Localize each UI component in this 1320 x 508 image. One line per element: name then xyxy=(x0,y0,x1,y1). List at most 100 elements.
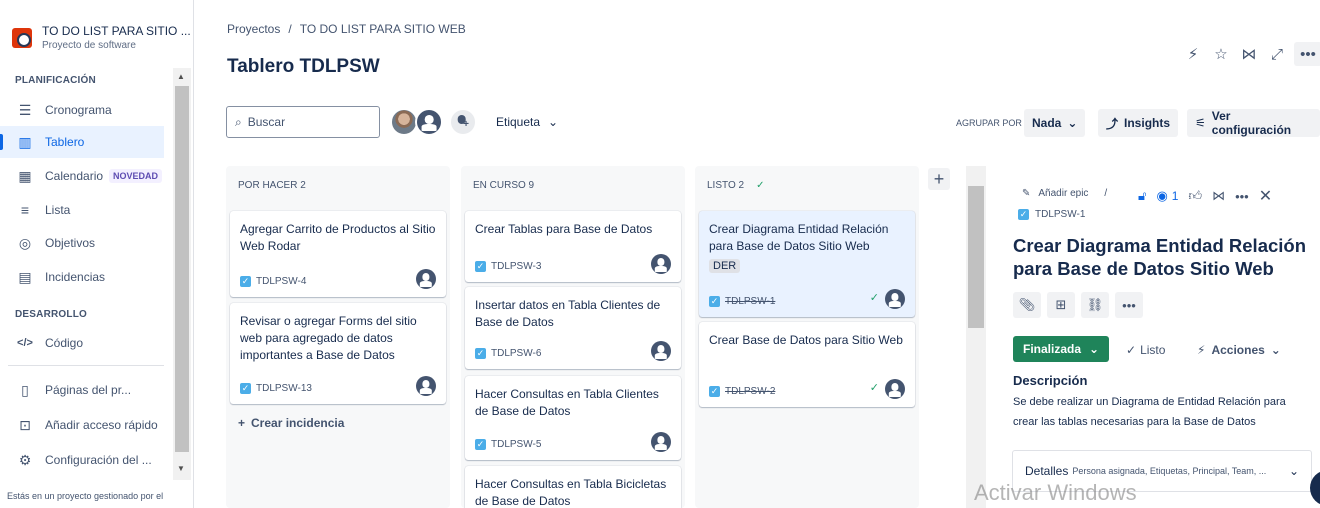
watchers-count[interactable]: 1 xyxy=(1172,189,1179,203)
star-icon[interactable]: ☆ xyxy=(1210,43,1232,65)
label-filter-dropdown[interactable]: Etiqueta ⌄ xyxy=(496,115,558,129)
description-text[interactable]: Se debe realizar un Diagrama de Entidad … xyxy=(1013,392,1303,432)
label-tag[interactable]: DER xyxy=(709,259,741,273)
watch-icon[interactable]: ◉ xyxy=(1156,188,1167,204)
target-icon: ◎ xyxy=(18,234,32,251)
card-key[interactable]: TDLPSW-13 xyxy=(256,383,312,394)
issue-card[interactable]: Crear Base de Datos para Sitio Web ✓ TDL… xyxy=(699,322,915,407)
sidebar-item-pages[interactable]: ▯ Páginas del pr... xyxy=(0,374,164,406)
add-epic-link[interactable]: Añadir epic xyxy=(1038,188,1088,199)
add-column-button[interactable]: + xyxy=(928,168,950,190)
project-subtitle: Proyecto de software xyxy=(42,40,136,51)
actions-dropdown[interactable]: ⚡ Acciones ⌄ xyxy=(1197,343,1281,357)
more-icon[interactable]: ••• xyxy=(1294,42,1320,66)
code-icon: </> xyxy=(17,337,33,349)
card-key[interactable]: TDLPSW-5 xyxy=(491,439,541,450)
fullscreen-icon[interactable]: ⤢ xyxy=(1266,43,1288,65)
scroll-thumb[interactable] xyxy=(968,186,984,328)
column-done: LISTO 2 ✓ Crear Diagrama Entidad Relació… xyxy=(695,166,919,508)
insights-button[interactable]: ⤴ Insights xyxy=(1098,109,1179,137)
issue-card[interactable]: Insertar datos en Tabla Clientes de Base… xyxy=(465,287,681,369)
card-footer: ✓ TDLPSW-2 xyxy=(709,386,775,397)
assignee-avatar[interactable] xyxy=(885,289,905,309)
sidebar-item-label: Cronograma xyxy=(45,103,112,117)
card-key[interactable]: TDLPSW-2 xyxy=(725,386,775,397)
resolved-check-icon: ✓ xyxy=(869,292,879,304)
scroll-thumb[interactable] xyxy=(175,86,189,452)
add-people-icon[interactable]: + xyxy=(449,108,477,136)
task-check-icon: ✓ xyxy=(475,348,486,359)
close-icon[interactable]: ✕ xyxy=(1259,186,1272,206)
more-icon[interactable]: ••• xyxy=(1115,292,1143,318)
project-header[interactable]: TO DO LIST PARA SITIO ... Proyecto de so… xyxy=(12,24,191,51)
lock-icon[interactable]: 🔓︎ xyxy=(1138,188,1146,204)
create-issue-button[interactable]: + Crear incidencia xyxy=(238,416,344,430)
issue-key[interactable]: TDLPSW-1 xyxy=(1035,209,1085,220)
issue-title[interactable]: Crear Diagrama Entidad Relación para Bas… xyxy=(1013,234,1313,280)
assignee-avatar[interactable] xyxy=(651,341,671,361)
sidebar-item-cronograma[interactable]: ☰ Cronograma xyxy=(0,94,164,126)
card-title: Insertar datos en Tabla Clientes de Base… xyxy=(475,298,661,329)
like-icon[interactable]: 👍︎ xyxy=(1188,188,1202,204)
column-header: LISTO 2 ✓ xyxy=(707,180,764,191)
breadcrumb: Proyectos / TO DO LIST PARA SITIO WEB xyxy=(227,22,466,36)
scroll-down-icon[interactable]: ▼ xyxy=(177,464,185,473)
issue-card-selected[interactable]: Crear Diagrama Entidad Relación para Bas… xyxy=(699,211,915,317)
sidebar-item-tablero[interactable]: ▥ Tablero xyxy=(0,126,164,158)
sidebar-item-codigo[interactable]: </> Código xyxy=(0,327,164,359)
epic-breadcrumb: ✎ Añadir epic / xyxy=(1022,188,1107,199)
view-settings-label: Ver configuración xyxy=(1211,109,1292,137)
sidebar-scrollbar[interactable]: ▲ ▼ xyxy=(173,68,191,480)
avatar-user-generic[interactable] xyxy=(415,108,443,136)
issue-card[interactable]: Hacer Consultas en Tabla Bicicletas de B… xyxy=(465,466,681,508)
issue-card[interactable]: Hacer Consultas en Tabla Clientes de Bas… xyxy=(465,376,681,460)
sidebar-item-label: Configuración del ... xyxy=(45,453,152,467)
sidebar-item-add-shortcut[interactable]: ⊡ Añadir acceso rápido xyxy=(0,409,164,441)
avatar-user-photo[interactable] xyxy=(390,108,418,136)
sidebar-item-incidencias[interactable]: ▤ Incidencias xyxy=(0,261,164,293)
card-key[interactable]: TDLPSW-3 xyxy=(491,261,541,272)
assignee-avatar[interactable] xyxy=(651,432,671,452)
page-icon: ▯ xyxy=(21,381,29,398)
issue-card[interactable]: Agregar Carrito de Productos al Sitio We… xyxy=(230,211,446,297)
sidebar-item-objetivos[interactable]: ◎ Objetivos xyxy=(0,227,164,259)
more-icon[interactable]: ••• xyxy=(1235,189,1249,204)
link-icon[interactable]: ⛓︎ xyxy=(1081,292,1109,318)
card-key[interactable]: TDLPSW-6 xyxy=(491,348,541,359)
share-icon[interactable]: ⋈ xyxy=(1212,188,1225,204)
task-check-icon: ✓ xyxy=(1018,209,1029,220)
attachment-icon[interactable]: 📎︎ xyxy=(1013,292,1041,318)
search-box[interactable]: ⌕ xyxy=(226,106,380,138)
card-footer: ✓ TDLPSW-1 xyxy=(709,296,775,307)
card-key[interactable]: TDLPSW-4 xyxy=(256,276,306,287)
automation-icon[interactable]: ⚡ xyxy=(1182,43,1204,65)
issue-card[interactable]: Revisar o agregar Forms del sitio web pa… xyxy=(230,303,446,404)
sidebar-item-calendario[interactable]: ▦ Calendario NOVEDAD xyxy=(0,160,164,192)
card-footer: ✓ TDLPSW-3 xyxy=(475,261,541,272)
card-title: Crear Diagrama Entidad Relación para Bas… xyxy=(709,222,889,253)
issue-card[interactable]: Crear Tablas para Base de Datos ✓ TDLPSW… xyxy=(465,211,681,282)
sidebar: TO DO LIST PARA SITIO ... Proyecto de so… xyxy=(0,0,194,508)
breadcrumb-project[interactable]: TO DO LIST PARA SITIO WEB xyxy=(300,22,466,36)
card-key[interactable]: TDLPSW-1 xyxy=(725,296,775,307)
sidebar-item-settings[interactable]: ⚙ Configuración del ... xyxy=(0,444,164,476)
share-icon[interactable]: ⋈ xyxy=(1238,43,1260,65)
child-issue-icon[interactable]: ⊞ xyxy=(1047,292,1075,318)
scroll-up-icon[interactable]: ▲ xyxy=(177,72,185,81)
assignee-avatar[interactable] xyxy=(651,254,671,274)
status-dropdown[interactable]: Finalizada ⌄ xyxy=(1013,336,1110,362)
assignee-avatar[interactable] xyxy=(885,379,905,399)
assignee-avatar[interactable] xyxy=(416,376,436,396)
card-title: Crear Tablas para Base de Datos xyxy=(475,222,653,236)
assignee-avatar[interactable] xyxy=(416,269,436,289)
search-input[interactable] xyxy=(247,115,368,129)
project-title: TO DO LIST PARA SITIO ... xyxy=(42,24,191,38)
breadcrumb-projects[interactable]: Proyectos xyxy=(227,22,280,36)
board-scrollbar[interactable] xyxy=(966,166,986,508)
task-check-icon: ✓ xyxy=(475,261,486,272)
group-by-dropdown[interactable]: Nada ⌄ xyxy=(1024,109,1086,137)
view-settings-button[interactable]: ⚟ Ver configuración xyxy=(1187,109,1320,137)
sidebar-item-lista[interactable]: ≡ Lista xyxy=(0,194,164,226)
sidebar-footer-text: Estás en un proyecto gestionado por el xyxy=(7,491,164,501)
sidebar-item-label: Tablero xyxy=(45,135,85,149)
